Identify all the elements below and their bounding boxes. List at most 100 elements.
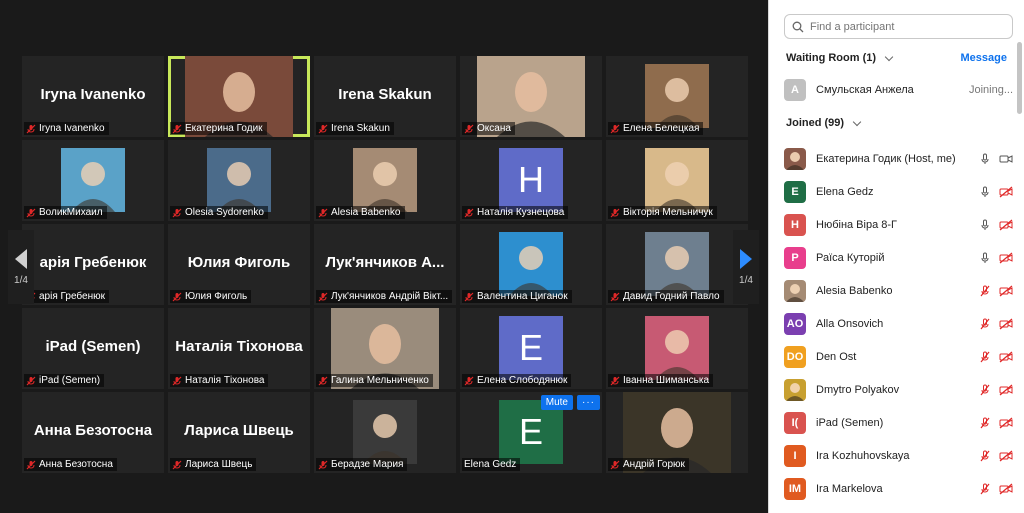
participant-name: Elena Gedz bbox=[816, 185, 874, 198]
joined-header[interactable]: Joined (99) bbox=[786, 117, 862, 129]
participant-search[interactable] bbox=[784, 14, 1013, 39]
waiting-room-header[interactable]: Waiting Room (1) bbox=[786, 52, 894, 64]
scrollbar[interactable] bbox=[1017, 42, 1022, 114]
video-tile[interactable]: Елена Белецкая bbox=[606, 56, 748, 137]
camera-off-icon[interactable] bbox=[999, 219, 1013, 231]
camera-off-icon[interactable] bbox=[999, 450, 1013, 462]
participant-label: Elena Gedz bbox=[462, 458, 521, 471]
video-tile[interactable]: Екатерина Годик bbox=[168, 56, 310, 137]
mic-muted-icon[interactable] bbox=[979, 285, 991, 297]
message-button[interactable]: Message bbox=[961, 52, 1007, 64]
mic-muted-icon[interactable] bbox=[979, 483, 991, 495]
video-tile[interactable]: Андрій Горюк bbox=[606, 392, 748, 473]
participant-media-status bbox=[979, 351, 1013, 363]
mic-muted-icon[interactable] bbox=[979, 417, 991, 429]
video-tile[interactable]: Берадзе Мария bbox=[314, 392, 456, 473]
mic-muted-icon[interactable] bbox=[979, 450, 991, 462]
mic-icon[interactable] bbox=[979, 186, 991, 198]
mic-icon[interactable] bbox=[979, 252, 991, 264]
video-tile[interactable]: E Mute ··· Elena Gedz bbox=[460, 392, 602, 473]
participant-row[interactable]: I Ira Kozhuhovskaya bbox=[784, 439, 1013, 472]
camera-icon[interactable] bbox=[999, 153, 1013, 165]
mute-button[interactable]: Mute bbox=[540, 395, 573, 410]
participant-name: Андрій Горюк bbox=[623, 459, 685, 470]
camera-off-icon[interactable] bbox=[999, 351, 1013, 363]
camera-off-icon[interactable] bbox=[999, 285, 1013, 297]
participant-label: Андрій Горюк bbox=[608, 458, 689, 471]
video-tile[interactable]: ВоликМихаил bbox=[22, 140, 164, 221]
participant-label: Елена Белецкая bbox=[608, 122, 704, 135]
participant-row[interactable]: H Нюбіна Віра 8-Г bbox=[784, 208, 1013, 241]
profile-photo bbox=[207, 148, 271, 212]
participant-label: Olesia Sydorenko bbox=[170, 206, 268, 219]
video-tile[interactable]: Alesia Babenko bbox=[314, 140, 456, 221]
page-indicator-right: 1/4 bbox=[739, 274, 753, 286]
camera-off-icon[interactable] bbox=[999, 252, 1013, 264]
gallery-grid: Iryna Ivanenko Iryna Ivanenko Екатерина Г… bbox=[22, 56, 748, 473]
participant-name: Екатерина Годик (Host, me) bbox=[816, 152, 956, 165]
participant-row[interactable]: AO Alla Onsovich bbox=[784, 307, 1013, 340]
mic-muted-icon bbox=[464, 208, 474, 217]
mic-muted-icon[interactable] bbox=[979, 384, 991, 396]
mic-icon[interactable] bbox=[979, 153, 991, 165]
participant-row[interactable]: DO Den Ost bbox=[784, 340, 1013, 373]
tile-display-name: Irena Skakun bbox=[338, 86, 432, 103]
search-input[interactable] bbox=[810, 20, 1000, 33]
participant-row[interactable]: I( iPad (Semen) bbox=[784, 406, 1013, 439]
video-tile[interactable]: Наталія Тіхонова Наталія Тіхонова bbox=[168, 308, 310, 389]
video-tile[interactable]: Юлия Фиголь Юлия Фиголь bbox=[168, 224, 310, 305]
mic-muted-icon[interactable] bbox=[979, 318, 991, 330]
participant-name: Elena Gedz bbox=[464, 459, 517, 470]
participant-name: Alesia Babenko bbox=[816, 284, 893, 297]
participant-name: Елена Белецкая bbox=[623, 123, 700, 134]
participant-row[interactable]: Dmytro Polyakov bbox=[784, 373, 1013, 406]
avatar-letter: E bbox=[499, 316, 563, 380]
video-tile[interactable]: Olesia Sydorenko bbox=[168, 140, 310, 221]
video-tile[interactable]: Валентина Циганок bbox=[460, 224, 602, 305]
more-options-button[interactable]: ··· bbox=[577, 395, 600, 410]
next-page-button[interactable]: 1/4 bbox=[733, 230, 759, 304]
participant-name: Ira Kozhuhovskaya bbox=[816, 449, 910, 462]
mic-muted-icon bbox=[318, 208, 328, 217]
video-tile[interactable]: iPad (Semen) iPad (Semen) bbox=[22, 308, 164, 389]
video-tile[interactable]: Іванна Шиманська bbox=[606, 308, 748, 389]
video-tile[interactable]: E Елена Слободянюк bbox=[460, 308, 602, 389]
video-tile[interactable]: Оксана bbox=[460, 56, 602, 137]
video-tile[interactable]: Анна Безотосна Анна Безотосна bbox=[22, 392, 164, 473]
video-tile[interactable]: Галина Мельниченко bbox=[314, 308, 456, 389]
video-tile[interactable]: Давид Годний Павло bbox=[606, 224, 748, 305]
camera-off-icon[interactable] bbox=[999, 186, 1013, 198]
video-tile[interactable]: Iryna Ivanenko Iryna Ivanenko bbox=[22, 56, 164, 137]
previous-page-button[interactable]: 1/4 bbox=[8, 230, 34, 304]
waiting-room-label: Waiting Room (1) bbox=[786, 52, 877, 64]
profile-photo bbox=[499, 232, 563, 296]
mic-muted-icon bbox=[318, 292, 328, 301]
video-tile[interactable]: H Наталія Кузнецова bbox=[460, 140, 602, 221]
video-tile[interactable]: арія Гребенюк арія Гребенюк bbox=[22, 224, 164, 305]
participant-row[interactable]: Alesia Babenko bbox=[784, 274, 1013, 307]
participant-name: Анна Безотосна bbox=[39, 459, 113, 470]
video-tile[interactable]: Вікторія Мельничук bbox=[606, 140, 748, 221]
camera-off-icon[interactable] bbox=[999, 318, 1013, 330]
mic-muted-icon[interactable] bbox=[979, 351, 991, 363]
participant-label: Валентина Циганок bbox=[462, 290, 572, 303]
camera-off-icon[interactable] bbox=[999, 384, 1013, 396]
video-tile[interactable]: Irena Skakun Irena Skakun bbox=[314, 56, 456, 137]
participant-name: арія Гребенюк bbox=[39, 291, 105, 302]
participant-row[interactable]: IM Ira Markelova bbox=[784, 472, 1013, 505]
participant-row[interactable]: P Раїса Куторій bbox=[784, 241, 1013, 274]
waiting-participant-row[interactable]: A Смульская Анжела Joining... bbox=[784, 79, 1013, 101]
video-tile[interactable]: Лук'янчиков А... Лук'янчиков Андрій Вікт.… bbox=[314, 224, 456, 305]
camera-off-icon[interactable] bbox=[999, 417, 1013, 429]
video-tile[interactable]: Лариса Швець Лариса Швець bbox=[168, 392, 310, 473]
participant-name: Іванна Шиманська bbox=[623, 375, 710, 386]
mic-icon[interactable] bbox=[979, 219, 991, 231]
participant-label: Вікторія Мельничук bbox=[608, 206, 717, 219]
mic-muted-icon bbox=[26, 460, 36, 469]
camera-off-icon[interactable] bbox=[999, 483, 1013, 495]
participant-row[interactable]: Екатерина Годик (Host, me) bbox=[784, 142, 1013, 175]
profile-photo bbox=[353, 400, 417, 464]
participant-row[interactable]: E Elena Gedz bbox=[784, 175, 1013, 208]
mic-muted-icon bbox=[318, 460, 328, 469]
participant-label: Alesia Babenko bbox=[316, 206, 405, 219]
